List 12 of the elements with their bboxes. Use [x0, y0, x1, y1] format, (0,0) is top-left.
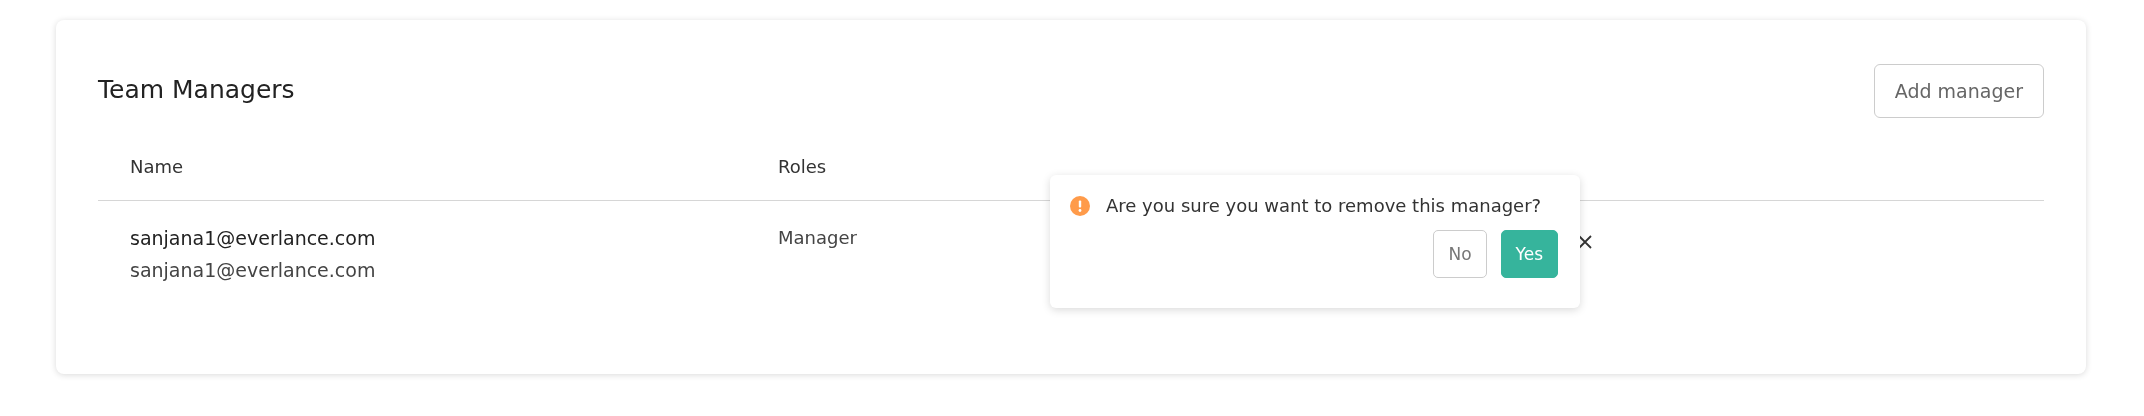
confirm-message: Are you sure you want to remove this manager?	[1106, 195, 1542, 216]
card-title: Team Managers	[98, 74, 295, 104]
manager-name: sanjana1@everlance.com	[130, 227, 377, 249]
column-header: Roles	[778, 155, 827, 177]
add-manager-button[interactable]: Add manager	[1873, 64, 2044, 118]
manager-email: sanjana1@everlance.com	[130, 259, 377, 281]
close-icon[interactable]	[1578, 235, 1592, 249]
warning-icon	[1070, 195, 1090, 216]
cancel-button[interactable]: No	[1433, 230, 1487, 278]
confirm-button[interactable]: Yes	[1500, 230, 1558, 278]
role-cell: Manager	[778, 227, 857, 248]
column-header: Name	[129, 155, 185, 177]
